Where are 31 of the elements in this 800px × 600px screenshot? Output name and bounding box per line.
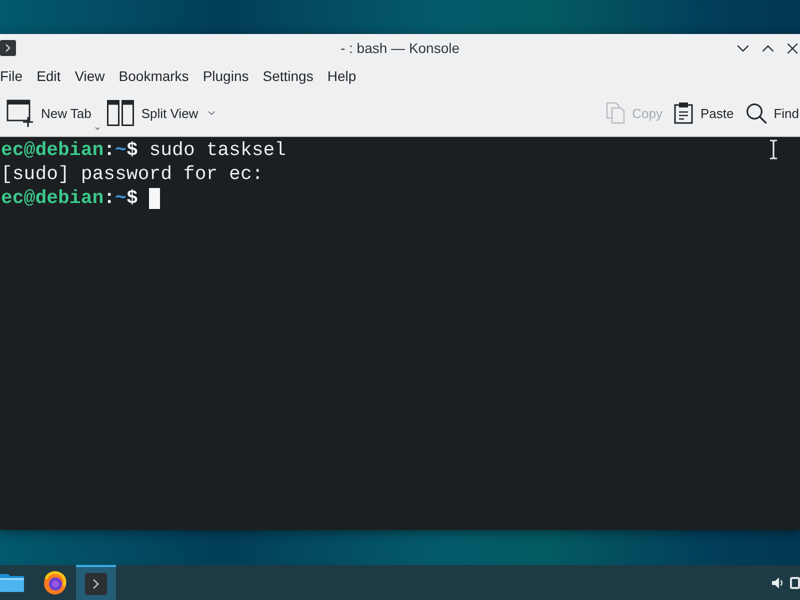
paste-button[interactable]: Paste	[668, 96, 740, 130]
menu-item[interactable]: Plugins	[196, 68, 256, 84]
menu-item[interactable]: Bookmarks	[112, 68, 196, 84]
globe-icon[interactable]	[43, 570, 67, 594]
menu-item[interactable]: File	[0, 68, 30, 84]
prompt-line: ec@debian:~$	[1, 186, 138, 210]
speaker-icon[interactable]	[772, 576, 784, 588]
close-icon[interactable]	[787, 42, 798, 54]
screen-icon[interactable]	[790, 576, 800, 588]
window-title: - : bash — Konsole	[340, 40, 460, 56]
new-tab-button[interactable]: New Tab	[0, 96, 102, 130]
output-line: [sudo] password for ec:	[1, 162, 264, 186]
find-button[interactable]: Find	[740, 96, 800, 130]
menu-item[interactable]: View	[68, 68, 112, 84]
menu-item[interactable]: Edit	[30, 68, 68, 84]
clipboard-icon	[674, 102, 694, 124]
folder-icon[interactable]	[0, 573, 24, 592]
i-beam-pointer-icon	[769, 139, 778, 160]
search-icon	[746, 102, 767, 124]
menu-item[interactable]: Settings	[256, 68, 320, 84]
copy-icon	[606, 102, 626, 124]
terminal-icon[interactable]	[85, 572, 107, 594]
split-view-button[interactable]: Split View	[101, 96, 222, 130]
maximize-icon[interactable]	[762, 44, 774, 52]
menu-item[interactable]: Help	[320, 68, 364, 84]
split-view-icon	[107, 100, 134, 126]
prompt-line: ec@debian:~$ sudo tasksel	[1, 138, 286, 162]
active-task-highlight[interactable]	[76, 565, 116, 600]
terminal-icon	[0, 40, 16, 56]
new-tab-icon	[6, 99, 34, 127]
minimize-icon[interactable]	[737, 44, 749, 52]
